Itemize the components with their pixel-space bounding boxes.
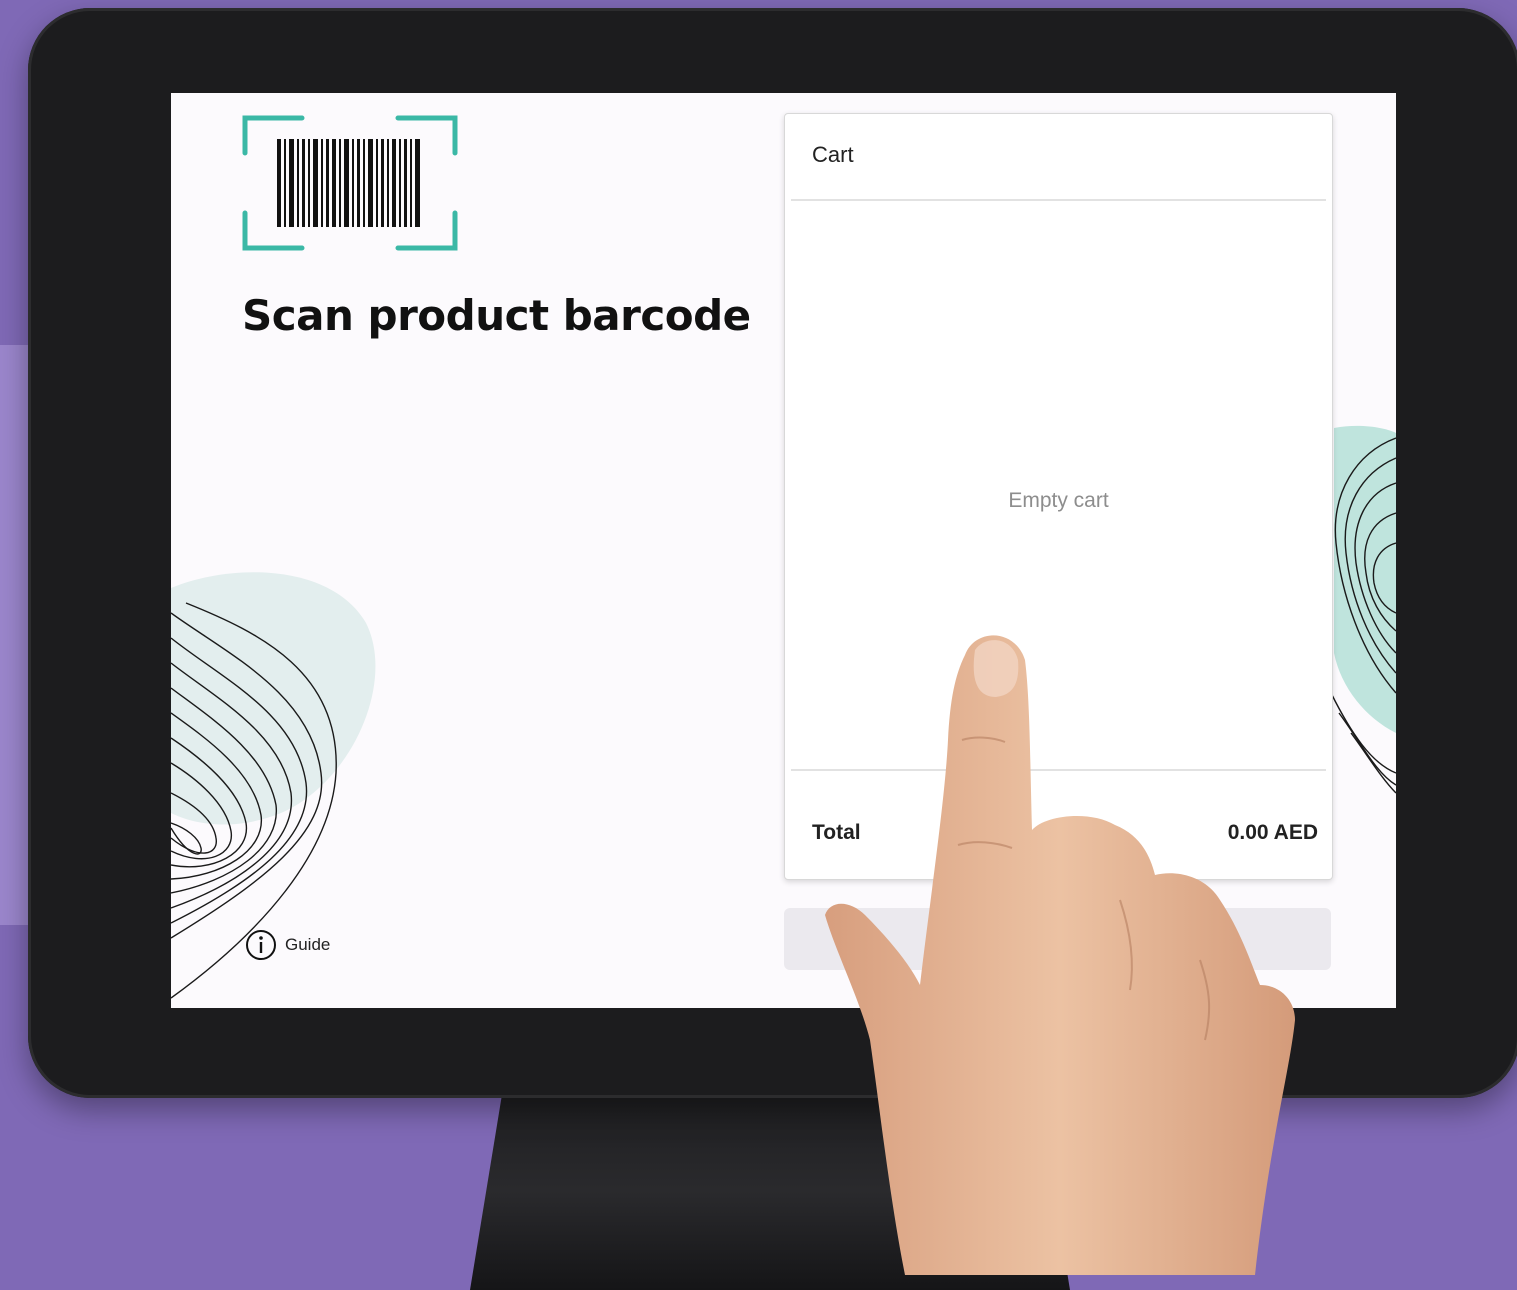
checkout-button[interactable]: [784, 908, 1331, 970]
scan-title: Scan product barcode: [242, 291, 751, 340]
cart-panel: Cart Empty cart Total 0.00 AED: [784, 113, 1333, 880]
guide-button[interactable]: Guide: [245, 929, 330, 961]
tablet-stand: [470, 1070, 1070, 1290]
cart-total-label: Total: [812, 821, 861, 844]
info-icon: [246, 930, 276, 960]
barcode-scan-icon: [242, 115, 458, 251]
cart-total-value: 0.00 AED: [1227, 821, 1318, 844]
cart-header-divider: [791, 199, 1326, 201]
cart-footer-divider: [791, 769, 1326, 771]
cart-empty-message: Empty cart: [1008, 489, 1109, 512]
kiosk-screen: Scan product barcode Guide Cart Empty ca…: [171, 93, 1396, 1008]
cart-title: Cart: [812, 142, 854, 167]
guide-label: Guide: [285, 935, 331, 954]
